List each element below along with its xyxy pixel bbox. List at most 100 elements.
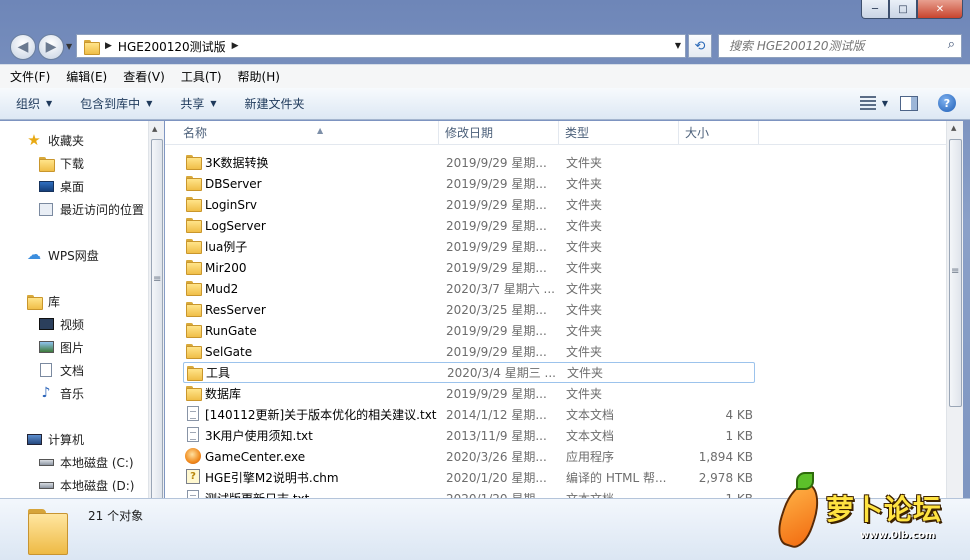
- text-file-icon: [185, 490, 201, 498]
- chevron-down-icon[interactable]: ▼: [882, 99, 888, 108]
- nav-scrollbar[interactable]: ▲: [148, 121, 164, 509]
- nav-disk-d-label: 本地磁盘 (D:): [60, 478, 135, 493]
- folder-icon: [185, 259, 202, 275]
- column-name[interactable]: 名称 ▲: [177, 121, 439, 145]
- file-name: ResServer: [205, 302, 266, 317]
- table-row[interactable]: lua例子 2019/9/29 星期... 文件夹: [183, 236, 755, 257]
- column-date[interactable]: 修改日期: [439, 121, 559, 145]
- view-options-icon[interactable]: [859, 96, 876, 110]
- address-bar[interactable]: ▶ HGE200120测试版 ▶ ▼: [76, 34, 686, 58]
- nav-computer[interactable]: 计算机: [26, 428, 84, 450]
- table-row[interactable]: 3K数据转换 2019/9/29 星期... 文件夹: [183, 152, 755, 173]
- table-row[interactable]: 测试版更新日志.txt2020/1/20 星期...文本文档1 KB: [183, 488, 755, 498]
- file-name: LogServer: [205, 218, 266, 233]
- nav-pictures[interactable]: 图片: [38, 336, 84, 358]
- cloud-icon: ☁: [27, 247, 41, 263]
- table-row[interactable]: Mir200 2019/9/29 星期... 文件夹: [183, 257, 755, 278]
- pictures-icon: [38, 339, 54, 355]
- folder-icon: [185, 385, 202, 401]
- folder-icon: [185, 238, 202, 254]
- file-date: 2019/9/29 星期...: [446, 387, 547, 401]
- help-icon[interactable]: ?: [938, 94, 956, 112]
- scroll-up-icon[interactable]: ▲: [951, 124, 956, 132]
- menu-tools[interactable]: 工具(T): [181, 68, 222, 85]
- search-input[interactable]: [729, 39, 929, 53]
- recent-pages-dropdown[interactable]: ▼: [66, 42, 72, 51]
- nav-wps-cloud[interactable]: ☁ WPS网盘: [26, 244, 99, 266]
- nav-documents[interactable]: 文档: [38, 359, 84, 381]
- menu-edit[interactable]: 编辑(E): [66, 68, 107, 85]
- table-row[interactable]: ResServer 2020/3/25 星期... 文件夹: [183, 299, 755, 320]
- preview-pane-icon[interactable]: [900, 95, 918, 111]
- leaf-icon: [796, 472, 814, 490]
- search-icon[interactable]: ⌕: [948, 37, 955, 52]
- nav-videos[interactable]: 视频: [38, 313, 84, 335]
- include-in-library-button[interactable]: 包含到库中 ▼: [80, 95, 152, 112]
- title-bar[interactable]: ─ □ ✕: [0, 0, 970, 30]
- file-date: 2020/1/20 星期...: [446, 471, 547, 485]
- chevron-down-icon: ▼: [210, 99, 217, 108]
- nav-documents-label: 文档: [60, 363, 85, 378]
- table-row[interactable]: GameCenter.exe 2020/3/26 星期... 应用程序 1,894 K…: [183, 446, 755, 467]
- refresh-button[interactable]: ⟲: [688, 34, 712, 58]
- file-type: 文本文档: [566, 408, 615, 422]
- share-button[interactable]: 共享 ▼: [180, 95, 216, 112]
- star-icon: ★: [27, 131, 41, 149]
- nav-downloads-label: 下载: [60, 156, 85, 171]
- nav-recent[interactable]: 最近访问的位置: [38, 198, 144, 220]
- organize-button[interactable]: 组织 ▼: [16, 95, 52, 112]
- close-button[interactable]: ✕: [917, 0, 963, 19]
- file-type: 文件夹: [566, 177, 603, 191]
- file-list-scrollbar[interactable]: ▲: [946, 121, 963, 498]
- table-row[interactable]: RunGate 2019/9/29 星期... 文件夹: [183, 320, 755, 341]
- nav-scroll-thumb[interactable]: [151, 139, 163, 509]
- table-row[interactable]: Mud2 2020/3/7 星期六 ... 文件夹: [183, 278, 755, 299]
- file-date: 2019/9/29 星期...: [446, 345, 547, 359]
- menu-file[interactable]: 文件(F): [10, 68, 50, 85]
- help-file-icon: ?: [185, 469, 201, 485]
- nav-downloads[interactable]: 下载: [38, 152, 84, 174]
- table-row[interactable]: 工具 2020/3/4 星期三 ... 文件夹: [183, 362, 755, 383]
- table-row[interactable]: DBServer 2019/9/29 星期... 文件夹: [183, 173, 755, 194]
- maximize-button[interactable]: □: [889, 0, 917, 19]
- file-name: HGE引擎M2说明书.chm: [205, 471, 339, 485]
- table-row[interactable]: SelGate 2019/9/29 星期... 文件夹: [183, 341, 755, 362]
- application-icon: [185, 448, 201, 464]
- file-type: 文件夹: [566, 198, 603, 212]
- nav-libraries[interactable]: 库: [26, 290, 60, 312]
- nav-music[interactable]: ♪ 音乐: [38, 382, 84, 404]
- table-row[interactable]: ? HGE引擎M2说明书.chm 2020/1/20 星期... 编译的 HTML 帮…: [183, 467, 755, 488]
- menu-help[interactable]: 帮助(H): [238, 68, 280, 85]
- breadcrumb-separator-icon[interactable]: ▶: [105, 41, 112, 51]
- table-row[interactable]: [140112更新]关于版本优化的相关建议.txt 2014/1/12 星期...…: [183, 404, 755, 425]
- address-dropdown-icon[interactable]: ▼: [675, 41, 681, 50]
- table-row[interactable]: LogServer 2019/9/29 星期... 文件夹: [183, 215, 755, 236]
- minimize-button[interactable]: ─: [861, 0, 889, 19]
- nav-favorites[interactable]: ★ 收藏夹: [26, 129, 84, 151]
- breadcrumb-current[interactable]: HGE200120测试版: [118, 38, 226, 55]
- column-size[interactable]: 大小: [679, 121, 759, 145]
- nav-disk-c[interactable]: 本地磁盘 (C:): [38, 451, 134, 473]
- file-date: 2019/9/29 星期...: [446, 198, 547, 212]
- file-scroll-thumb[interactable]: [949, 139, 962, 407]
- breadcrumb-separator-icon[interactable]: ▶: [232, 41, 239, 51]
- new-folder-button[interactable]: 新建文件夹: [245, 95, 305, 112]
- file-date: 2019/9/29 星期...: [446, 156, 547, 170]
- file-name: [140112更新]关于版本优化的相关建议.txt: [205, 408, 437, 422]
- nav-disk-d[interactable]: 本地磁盘 (D:): [38, 474, 134, 496]
- file-date: 2019/9/29 星期...: [446, 324, 547, 338]
- table-row[interactable]: 数据库 2019/9/29 星期... 文件夹: [183, 383, 755, 404]
- file-date: 2013/11/9 星期...: [446, 429, 547, 443]
- forward-button[interactable]: ▶: [38, 34, 64, 60]
- nav-computer-label: 计算机: [48, 432, 85, 447]
- column-type[interactable]: 类型: [559, 121, 679, 145]
- sort-ascending-icon: ▲: [317, 126, 324, 135]
- menu-view[interactable]: 查看(V): [123, 68, 165, 85]
- nav-recent-label: 最近访问的位置: [60, 202, 145, 217]
- back-button[interactable]: ◀: [10, 34, 36, 60]
- scroll-up-icon[interactable]: ▲: [152, 125, 157, 133]
- table-row[interactable]: LoginSrv 2019/9/29 星期... 文件夹: [183, 194, 755, 215]
- table-row[interactable]: 3K用户使用须知.txt 2013/11/9 星期... 文本文档 1 KB: [183, 425, 755, 446]
- nav-desktop[interactable]: 桌面: [38, 175, 84, 197]
- search-box[interactable]: ⌕: [718, 34, 962, 58]
